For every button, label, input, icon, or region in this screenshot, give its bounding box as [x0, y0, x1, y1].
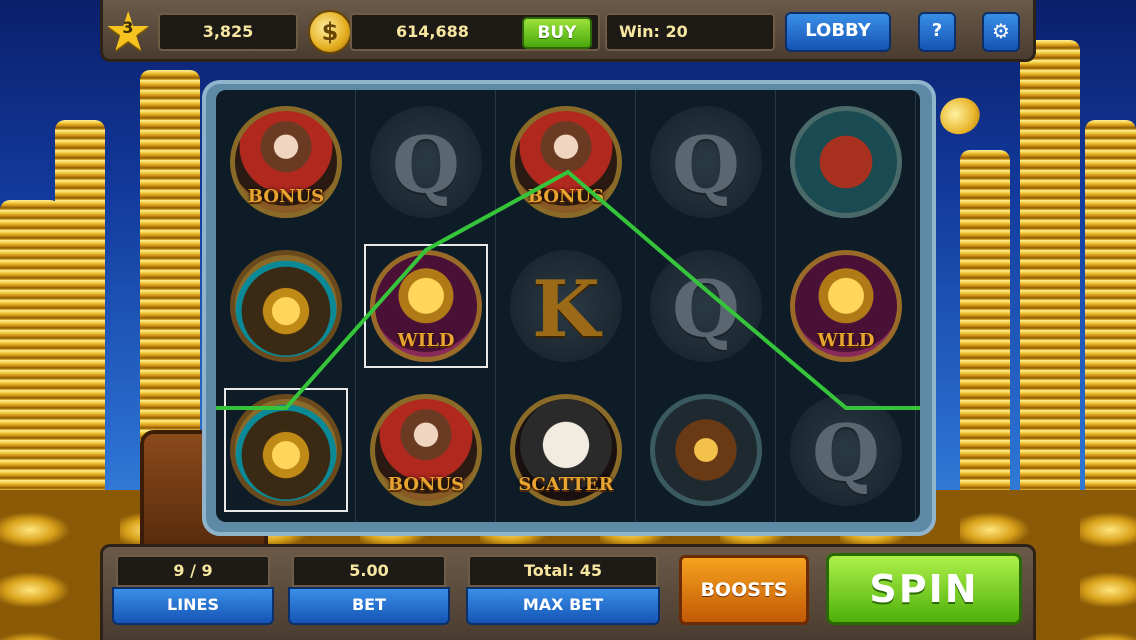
payline-path	[216, 169, 920, 410]
coin-icon: $	[308, 10, 352, 54]
help-button[interactable]: ?	[918, 12, 956, 52]
total-bet-display: Total: 45	[468, 555, 658, 587]
settings-button[interactable]: ⚙	[982, 12, 1020, 52]
win-display: Win: 20	[605, 13, 775, 51]
gear-icon: ⚙	[992, 19, 1010, 43]
lines-button[interactable]: LINES	[112, 587, 274, 625]
buy-button[interactable]: BUY	[522, 17, 592, 49]
lobby-button[interactable]: LOBBY	[785, 12, 891, 52]
boosts-button[interactable]: BOOSTS	[679, 555, 809, 625]
spin-button[interactable]: SPIN	[826, 553, 1022, 625]
level-number: 3	[122, 18, 134, 37]
lines-value: 9 / 9	[116, 555, 270, 587]
max-bet-button[interactable]: MAX BET	[466, 587, 660, 625]
bet-value: 5.00	[292, 555, 446, 587]
bet-button[interactable]: BET	[288, 587, 450, 625]
reels-area: BONUS Q WILD BONUS BONUS K SCATTER Q Q WILD Q	[216, 90, 920, 522]
floating-coin	[935, 92, 985, 140]
xp-display: 3,825	[158, 13, 298, 51]
payline	[216, 169, 920, 410]
